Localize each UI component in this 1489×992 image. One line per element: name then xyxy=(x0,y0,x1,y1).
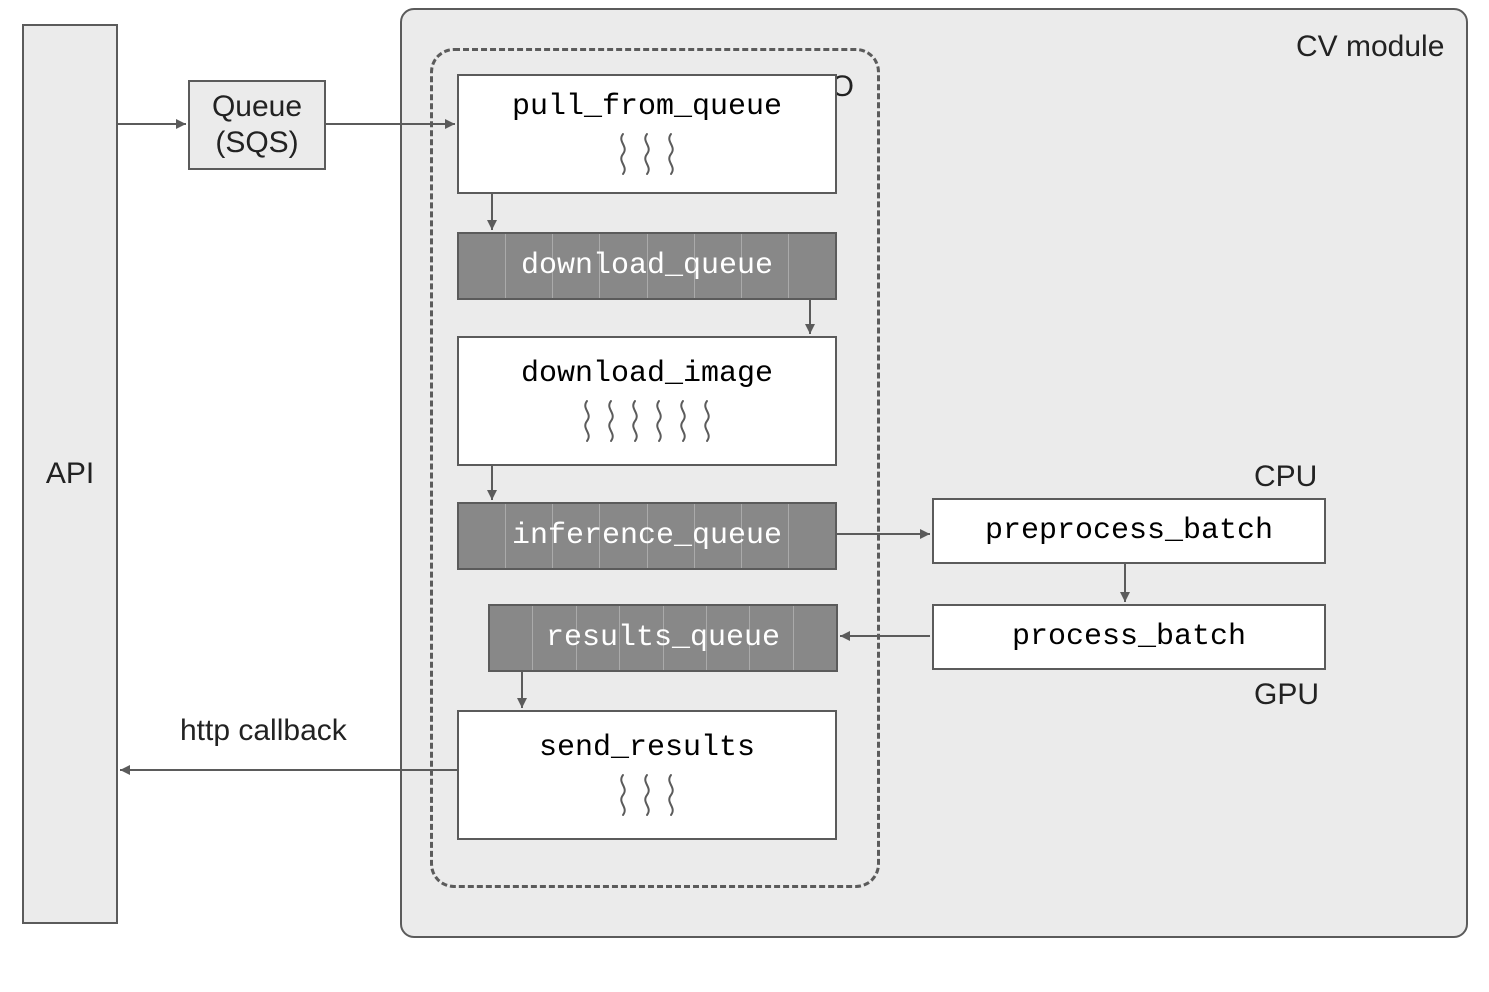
queue-sqs-box: Queue (SQS) xyxy=(188,80,326,170)
queue-line2: (SQS) xyxy=(215,125,298,161)
results-queue-box: results_queue xyxy=(488,604,838,672)
gpu-title: GPU xyxy=(1254,678,1319,712)
results-queue-label: results_queue xyxy=(546,621,780,655)
pull-from-queue-box: pull_from_queue xyxy=(457,74,837,194)
queue-line1: Queue xyxy=(212,89,302,125)
process-batch-box: process_batch xyxy=(932,604,1326,670)
http-callback-label: http callback xyxy=(180,714,347,748)
download-image-box: download_image xyxy=(457,336,837,466)
send-results-box: send_results xyxy=(457,710,837,840)
download-queue-box: download_queue xyxy=(457,232,837,300)
cpu-title: CPU xyxy=(1254,460,1317,494)
api-box: API xyxy=(22,24,118,924)
pull-from-queue-label: pull_from_queue xyxy=(512,90,782,124)
threads-icon xyxy=(614,132,680,178)
download-image-label: download_image xyxy=(521,357,773,391)
preprocess-batch-box: preprocess_batch xyxy=(932,498,1326,564)
threads-icon xyxy=(578,399,716,445)
process-batch-label: process_batch xyxy=(1012,620,1246,654)
api-label: API xyxy=(46,456,94,492)
preprocess-batch-label: preprocess_batch xyxy=(985,514,1273,548)
send-results-label: send_results xyxy=(539,731,755,765)
cv-module-title: CV module xyxy=(1296,30,1444,64)
threads-icon xyxy=(614,773,680,819)
inference-queue-box: inference_queue xyxy=(457,502,837,570)
inference-queue-label: inference_queue xyxy=(512,519,782,553)
download-queue-label: download_queue xyxy=(521,249,773,283)
